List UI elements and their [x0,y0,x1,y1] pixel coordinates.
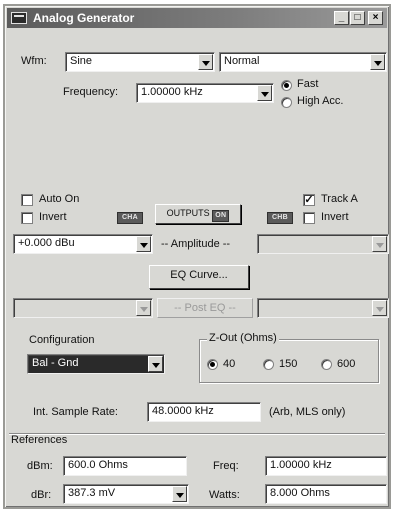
zout-600-label: 600 [337,358,356,370]
frequency-field[interactable]: 1.00000 kHz [136,83,274,103]
invert-right-checkbox[interactable] [303,212,315,224]
dbr-field[interactable]: 387.3 mV [63,484,189,504]
freq-ref-value: 1.00000 kHz [270,459,332,471]
chb-indicator: CHB [267,212,293,224]
freq-ref-field[interactable]: 1.00000 kHz [265,456,387,476]
amplitude-value: +0.000 dBu [18,237,75,249]
post-eq-left-field[interactable] [13,298,153,318]
z-out-label: Z-Out (Ohms) [207,332,279,344]
dbm-field[interactable]: 600.0 Ohms [63,456,187,476]
invert-left-checkbox[interactable] [21,212,33,224]
watts-value: 8.000 Ohms [270,487,330,499]
window-title: Analog Generator [33,11,135,25]
waveform-value: Sine [70,55,93,67]
fast-radio[interactable] [281,80,292,91]
configuration-label: Configuration [29,334,95,346]
waveform-label: Wfm: [21,55,47,67]
dbr-value: 387.3 mV [68,487,116,499]
chevron-down-icon[interactable] [257,85,272,101]
chevron-down-icon[interactable] [172,486,187,502]
zout-40-radio[interactable] [207,359,218,370]
track-a-label: Track A [321,193,358,205]
waveform-mode-value: Normal [224,55,260,67]
minimize-button[interactable]: _ [334,11,349,25]
high-acc-label: High Acc. [297,95,344,107]
zout-150-radio[interactable] [263,359,274,370]
auto-on-label: Auto On [39,193,80,205]
amplitude-field[interactable]: +0.000 dBu [13,234,153,254]
title-bar[interactable]: Analog Generator _ □ × [7,8,387,28]
fast-label: Fast [297,78,319,90]
zout-40-label: 40 [223,358,236,370]
high-acc-radio[interactable] [281,97,292,108]
post-eq-right-field[interactable] [257,298,389,318]
sample-rate-label: Int. Sample Rate: [33,406,118,418]
amplitude-right-field[interactable] [257,234,389,254]
zout-600-radio[interactable] [321,359,332,370]
outputs-state: ON [212,210,230,222]
chevron-down-icon[interactable] [372,300,387,316]
sample-rate-note: (Arb, MLS only) [269,406,346,418]
sample-rate-value: 48.0000 kHz [152,405,214,417]
track-a-checkbox[interactable]: ✓ [303,194,315,206]
outputs-label: OUTPUTS [166,208,210,218]
amplitude-label: -- Amplitude -- [161,238,231,250]
chevron-down-icon[interactable] [372,236,387,252]
chevron-down-icon[interactable] [148,356,163,372]
references-label: References [11,434,68,446]
waveform-select[interactable]: Sine [65,52,215,72]
zout-150-label: 150 [279,358,298,370]
auto-on-checkbox[interactable] [21,194,33,206]
close-button[interactable]: × [368,11,383,25]
post-eq-button[interactable]: -- Post EQ -- [157,298,253,318]
watts-label: Watts: [209,489,240,501]
frequency-label: Frequency: [63,86,119,98]
freq-ref-label: Freq: [213,460,239,472]
app-icon [11,12,27,24]
waveform-mode-select[interactable]: Normal [219,52,387,72]
watts-field[interactable]: 8.000 Ohms [265,484,387,504]
maximize-button[interactable]: □ [350,11,365,25]
chevron-down-icon[interactable] [198,54,213,70]
dbm-value: 600.0 Ohms [68,459,128,471]
configuration-select[interactable]: Bal - Gnd [27,354,165,374]
configuration-value: Bal - Gnd [32,357,79,369]
sample-rate-field[interactable]: 48.0000 kHz [147,402,261,422]
outputs-button[interactable]: OUTPUTS ON [155,204,241,224]
chevron-down-icon[interactable] [136,300,151,316]
chevron-down-icon[interactable] [370,54,385,70]
analog-generator-window: Analog Generator _ □ × Wfm: Sine Normal … [3,4,391,509]
cha-indicator: CHA [117,212,143,224]
dbr-label: dBr: [31,489,52,501]
eq-curve-button[interactable]: EQ Curve... [149,265,249,289]
invert-right-label: Invert [321,211,349,223]
frequency-value: 1.00000 kHz [141,86,203,98]
dbm-label: dBm: [27,460,53,472]
chevron-down-icon[interactable] [136,236,151,252]
invert-left-label: Invert [39,211,67,223]
